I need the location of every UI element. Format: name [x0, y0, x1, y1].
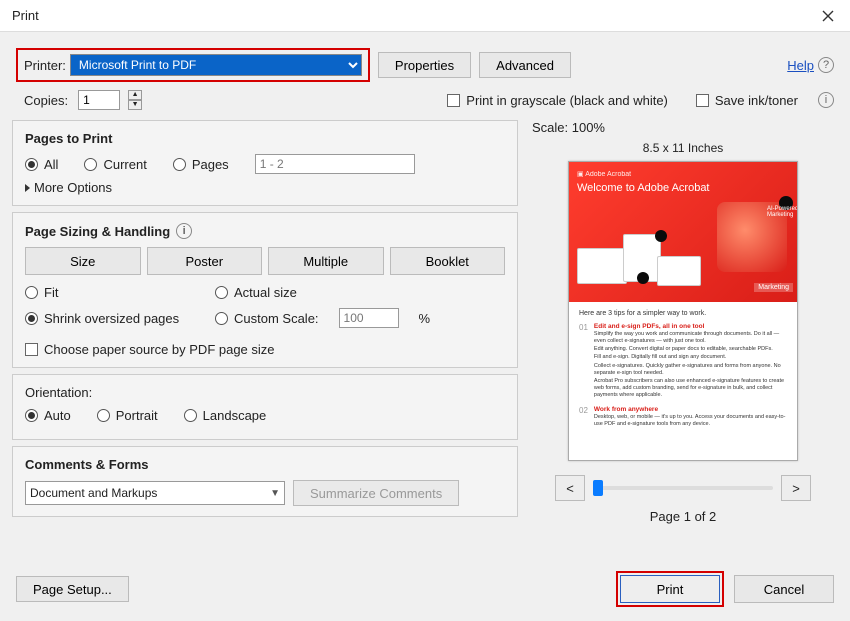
copies-input[interactable]: [78, 90, 120, 110]
sizing-info-icon[interactable]: i: [176, 223, 192, 239]
size-button[interactable]: Size: [25, 247, 141, 275]
multiple-button[interactable]: Multiple: [268, 247, 384, 275]
pages-range-label: Pages: [192, 157, 229, 172]
orient-portrait-radio[interactable]: [97, 409, 110, 422]
chevron-down-icon: ▼: [270, 488, 280, 499]
saveink-info-icon[interactable]: i: [818, 92, 834, 108]
pages-range-input[interactable]: [255, 154, 415, 174]
orient-auto-radio[interactable]: [25, 409, 38, 422]
pages-all-radio[interactable]: [25, 158, 38, 171]
actual-radio[interactable]: [215, 286, 228, 299]
titlebar: Print: [0, 0, 850, 32]
orient-landscape-label: Landscape: [203, 408, 267, 423]
grayscale-label: Print in grayscale (black and white): [466, 93, 668, 108]
scale-label: Scale: 100%: [532, 120, 834, 135]
printer-row: Printer: Microsoft Print to PDF Properti…: [0, 32, 850, 90]
fit-radio[interactable]: [25, 286, 38, 299]
orient-auto-label: Auto: [44, 408, 71, 423]
print-preview: ▣ Adobe Acrobat Welcome to Adobe Acrobat…: [568, 161, 798, 461]
preview-slider[interactable]: [593, 486, 773, 490]
pages-title: Pages to Print: [25, 131, 505, 146]
comments-select[interactable]: Document and Markups ▼: [25, 481, 285, 505]
close-icon[interactable]: [818, 6, 838, 26]
orient-portrait-label: Portrait: [116, 408, 158, 423]
triangle-right-icon: [25, 184, 30, 192]
properties-button[interactable]: Properties: [378, 52, 471, 78]
copies-row: Copies: ▲ ▼ Print in grayscale (black an…: [0, 90, 850, 120]
copies-spinner[interactable]: ▲ ▼: [128, 90, 142, 110]
help-icon[interactable]: ?: [818, 57, 834, 73]
print-button[interactable]: Print: [620, 575, 720, 603]
print-highlight-box: Print: [616, 571, 724, 607]
copies-label: Copies:: [24, 93, 68, 108]
custom-label: Custom Scale:: [234, 311, 319, 326]
preview-prev-button[interactable]: <: [555, 475, 585, 501]
printer-select[interactable]: Microsoft Print to PDF: [70, 54, 362, 76]
pages-all-label: All: [44, 157, 58, 172]
preview-dimensions: 8.5 x 11 Inches: [532, 141, 834, 155]
custom-radio[interactable]: [215, 312, 228, 325]
preview-next-button[interactable]: >: [781, 475, 811, 501]
spinner-up-icon[interactable]: ▲: [128, 90, 142, 100]
slider-thumb[interactable]: [593, 480, 603, 496]
shrink-radio[interactable]: [25, 312, 38, 325]
shrink-label: Shrink oversized pages: [44, 311, 179, 326]
page-indicator: Page 1 of 2: [532, 509, 834, 524]
choose-paper-checkbox[interactable]: [25, 343, 38, 356]
grayscale-checkbox[interactable]: [447, 94, 460, 107]
more-options-toggle[interactable]: More Options: [25, 180, 505, 195]
pages-current-radio[interactable]: [84, 158, 97, 171]
poster-button[interactable]: Poster: [147, 247, 263, 275]
spinner-down-icon[interactable]: ▼: [128, 100, 142, 110]
summarize-button: Summarize Comments: [293, 480, 459, 506]
custom-scale-input[interactable]: [339, 308, 399, 328]
help-area: Help ?: [787, 57, 834, 73]
printer-highlight-box: Printer: Microsoft Print to PDF: [16, 48, 370, 82]
orientation-section: Orientation: Auto Portrait Landscape: [12, 374, 518, 440]
fit-label: Fit: [44, 285, 58, 300]
sizing-section: Page Sizing & Handling i Size Poster Mult…: [12, 212, 518, 368]
saveink-checkbox[interactable]: [696, 94, 709, 107]
page-setup-button[interactable]: Page Setup...: [16, 576, 129, 602]
pages-range-radio[interactable]: [173, 158, 186, 171]
orientation-title: Orientation:: [25, 385, 505, 400]
custom-pct: %: [419, 311, 431, 326]
advanced-button[interactable]: Advanced: [479, 52, 571, 78]
sizing-title: Page Sizing & Handling: [25, 224, 170, 239]
pages-current-label: Current: [103, 157, 146, 172]
choose-paper-label: Choose paper source by PDF page size: [44, 342, 275, 357]
window-title: Print: [12, 8, 818, 23]
help-link[interactable]: Help: [787, 58, 814, 73]
saveink-label: Save ink/toner: [715, 93, 798, 108]
booklet-button[interactable]: Booklet: [390, 247, 506, 275]
comments-section: Comments & Forms Document and Markups ▼ …: [12, 446, 518, 517]
comments-title: Comments & Forms: [25, 457, 505, 472]
printer-label: Printer:: [24, 58, 66, 73]
orient-landscape-radio[interactable]: [184, 409, 197, 422]
pages-to-print-section: Pages to Print All Current Pages More Op…: [12, 120, 518, 206]
actual-label: Actual size: [234, 285, 297, 300]
cancel-button[interactable]: Cancel: [734, 575, 834, 603]
